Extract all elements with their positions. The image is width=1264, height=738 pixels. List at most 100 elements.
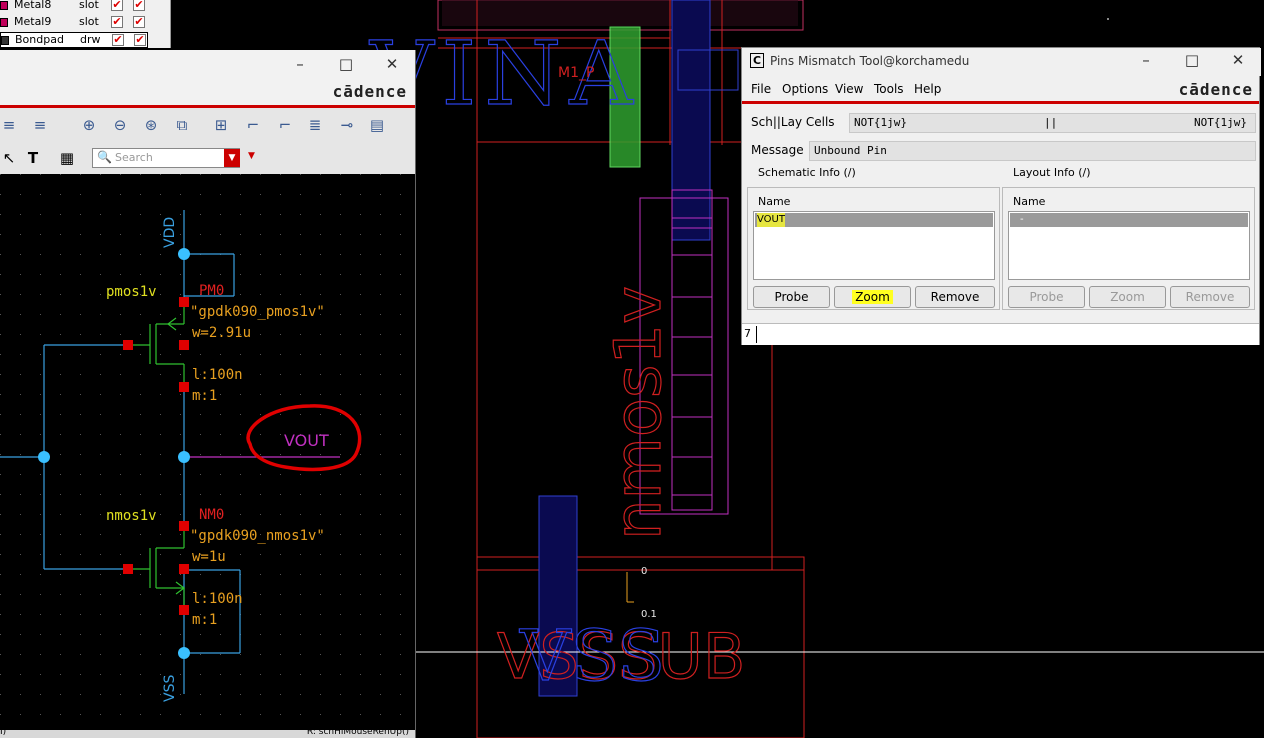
add-label-icon[interactable]: ≣ [306, 116, 324, 134]
search-icon: 🔍 [97, 150, 112, 164]
layout-poly-column [671, 0, 711, 241]
zoom-out-icon[interactable]: ⊖ [111, 116, 129, 134]
layer-swatch [0, 18, 8, 27]
pmos-mult-label: m:1 [192, 388, 217, 404]
distribute-icon[interactable]: ≡ [31, 116, 49, 134]
align-icon[interactable]: ≡ [0, 116, 18, 134]
layer-purpose: slot [79, 0, 99, 11]
sch-list-header: Name [758, 195, 791, 208]
schematic-status-bar: I) R: schHiMouseRenUp() [0, 727, 415, 738]
layer-name: Metal8 [14, 0, 52, 11]
nmos-instance-label: NM0 [199, 507, 224, 523]
pmos-width-label: w=2.91u [192, 325, 251, 341]
lay-list-header: Name [1013, 195, 1046, 208]
layer-visible-checkbox[interactable]: ✔ [112, 34, 124, 46]
nmos-cell-label: nmos1v [106, 508, 157, 524]
command-number: 7 [744, 327, 751, 340]
cells-field: NOT{1jw} || NOT{1jw} [849, 113, 1256, 133]
zoom-fit-icon[interactable]: ⊛ [142, 116, 160, 134]
layer-swatch [0, 1, 8, 10]
maximize-icon[interactable]: □ [337, 56, 355, 72]
layer-row[interactable]: Metal8 slot ✔ ✔ [0, 0, 148, 14]
search-options-icon[interactable]: ▼ [248, 151, 255, 161]
schematic-brand-bar: cādence [0, 80, 415, 108]
minimize-icon[interactable]: – [1137, 52, 1155, 68]
lay-pin-list[interactable]: - [1008, 211, 1250, 280]
layer-swatch [1, 36, 9, 45]
layer-visible-checkbox[interactable]: ✔ [111, 16, 123, 28]
cells-separator: || [1044, 116, 1058, 129]
message-field: Unbound Pin [809, 141, 1256, 161]
layer-row-selected[interactable]: Bondpad drw ✔ ✔ [0, 32, 148, 48]
layer-palette: Metal8 slot ✔ ✔ Metal9 slot ✔ ✔ Bondpad … [0, 0, 171, 48]
pmos-cell-label: pmos1v [106, 284, 157, 300]
cells-label: Sch||Lay Cells [751, 115, 835, 129]
search-dropdown-icon[interactable]: ▼ [224, 149, 240, 167]
nmos-length-label: l:100n [192, 591, 243, 607]
message-value: Unbound Pin [814, 144, 887, 157]
command-line[interactable]: 7 [742, 323, 1259, 345]
cadence-app-icon: C [750, 53, 764, 68]
menu-file[interactable]: File [751, 82, 771, 96]
zoom-in-icon[interactable]: ⊕ [80, 116, 98, 134]
layer-purpose: slot [79, 15, 99, 28]
minimize-icon[interactable]: – [291, 56, 309, 72]
menu-options[interactable]: Options [782, 82, 828, 96]
vss-label: VSS [162, 675, 178, 702]
maximize-icon[interactable]: □ [1183, 52, 1201, 68]
sch-pin-list[interactable]: VOUT [753, 211, 995, 280]
add-wire-icon[interactable]: ⌐ [244, 116, 262, 134]
add-wire-narrow-icon[interactable]: ⌐ [276, 116, 294, 134]
text-tool-icon[interactable]: T [24, 149, 42, 167]
layout-m1-label: M1_P [558, 65, 594, 81]
dialog-title: Pins Mismatch Tool@korchamedu [770, 54, 970, 68]
list-item-selected[interactable]: - [1010, 213, 1248, 227]
menu-view[interactable]: View [835, 82, 863, 96]
lay-cell-value: NOT{1jw} [1194, 116, 1247, 129]
add-instance-icon[interactable]: ⊞ [212, 116, 230, 134]
lay-remove-button[interactable]: Remove [1170, 286, 1250, 308]
layer-row[interactable]: Metal9 slot ✔ ✔ [0, 15, 148, 31]
layer-visible-checkbox[interactable]: ✔ [111, 0, 123, 11]
sch-cell-value: NOT{1jw} [854, 116, 907, 129]
close-icon[interactable]: ✕ [1229, 52, 1247, 68]
lay-pin-name: - [1020, 214, 1024, 225]
schematic-canvas[interactable]: VDD VSS VOUT pmos1v PM0 "gpdk090_pmos1v"… [0, 174, 415, 730]
search-box[interactable]: 🔍 Search ▼ [92, 148, 240, 168]
schematic-toolbar-top: ≡ ≡ ⊕ ⊖ ⊛ ⧉ ⊞ ⌐ ⌐ ≣ ⊸ ▤ [0, 108, 415, 143]
status-left: I) [0, 727, 7, 737]
schematic-info-panel: Name VOUT Probe Zoom Remove [747, 187, 1000, 310]
schematic-info-label: Schematic Info (/) [758, 166, 856, 179]
vdd-label: VDD [162, 217, 178, 248]
pmos-instance-label: PM0 [199, 283, 224, 299]
layer-select-checkbox[interactable]: ✔ [133, 16, 145, 28]
list-item-selected[interactable]: VOUT [755, 213, 993, 227]
select-arrow-icon[interactable]: ↖ [0, 149, 18, 167]
schematic-titlebar[interactable]: – □ ✕ [0, 50, 415, 80]
layout-info-panel: Name - Probe Zoom Remove [1002, 187, 1255, 310]
nmos-model-label: "gpdk090_nmos1v" [190, 528, 325, 544]
layer-purpose: drw [80, 33, 101, 46]
lay-zoom-button[interactable]: Zoom [1089, 286, 1166, 308]
layer-select-checkbox[interactable]: ✔ [134, 34, 146, 46]
sch-probe-button[interactable]: Probe [753, 286, 830, 308]
zoom-area-icon[interactable]: ⧉ [173, 116, 191, 134]
hierarchy-icon[interactable]: ▦ [58, 149, 76, 167]
layer-name: Bondpad [15, 33, 64, 46]
property-icon[interactable]: ▤ [368, 116, 386, 134]
add-pin-icon[interactable]: ⊸ [338, 116, 356, 134]
layer-select-checkbox[interactable]: ✔ [133, 0, 145, 11]
command-cursor [756, 326, 757, 343]
layout-info-label: Layout Info (/) [1013, 166, 1091, 179]
sch-remove-button[interactable]: Remove [915, 286, 995, 308]
close-icon[interactable]: ✕ [383, 56, 401, 72]
menu-tools[interactable]: Tools [874, 82, 904, 96]
layout-vss-text: VSS [519, 615, 665, 697]
dialog-titlebar[interactable]: C Pins Mismatch Tool@korchamedu – □ ✕ [742, 48, 1261, 76]
schematic-window: – □ ✕ cādence ≡ ≡ ⊕ ⊖ ⊛ ⧉ ⊞ ⌐ ⌐ ≣ ⊸ ▤ ↖ … [0, 50, 416, 738]
message-label: Message [751, 143, 804, 157]
lay-probe-button[interactable]: Probe [1008, 286, 1085, 308]
menu-help[interactable]: Help [914, 82, 941, 96]
sch-pin-name: VOUT [757, 213, 785, 227]
sch-zoom-button[interactable]: Zoom [834, 286, 911, 308]
